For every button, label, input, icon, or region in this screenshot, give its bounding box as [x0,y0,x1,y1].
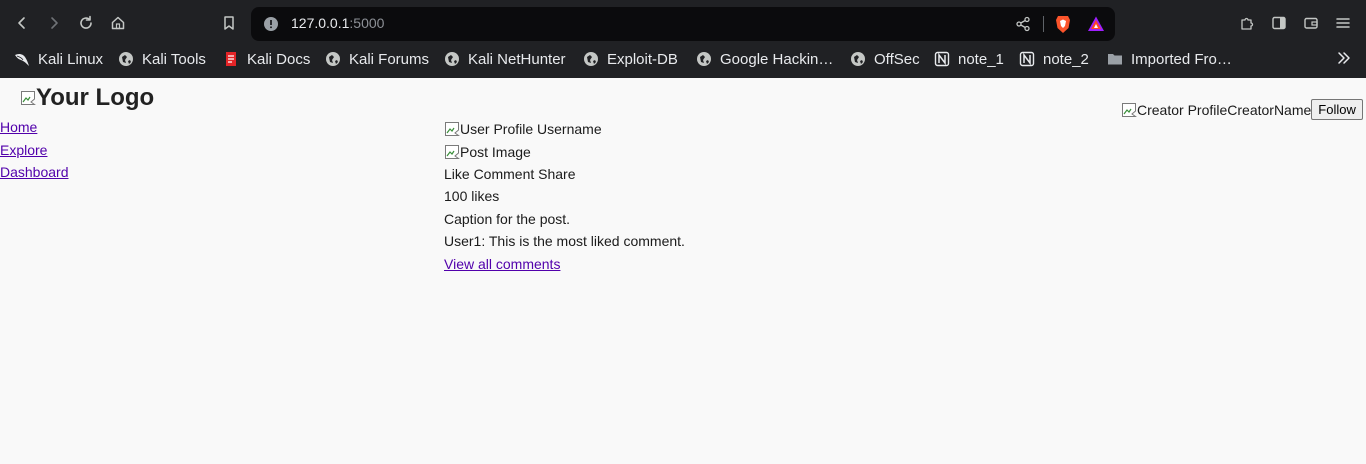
brave-rewards-icon[interactable] [1087,15,1105,33]
broken-image-icon [444,121,461,137]
globe-icon [850,51,866,67]
bookmark-imported-folder[interactable]: Imported Fro… [1107,49,1232,69]
bookmarks-bar: Kali Linux Kali Tools Kali Docs Kali For… [0,46,1366,72]
post-likes-count: 100 likes [444,188,500,205]
post-image: Post Image [444,140,685,162]
nav-explore-link[interactable]: Explore [0,141,69,164]
post-top-comment: User1: This is the most liked comment. [444,233,685,250]
kali-docs-icon [223,51,239,67]
post-header: User Profile Username [444,118,685,140]
bookmark-google-hacking[interactable]: Google Hackin… [696,49,833,69]
folder-icon [1107,51,1123,67]
bookmark-page-button[interactable] [219,13,239,33]
bookmark-label: Imported Fro… [1131,50,1232,68]
bookmark-note-1[interactable]: note_1 [934,49,1004,69]
broken-image-icon [1121,102,1138,118]
bookmark-label: Kali Linux [38,50,104,68]
bookmark-label: note_1 [958,50,1004,68]
reload-button[interactable] [76,13,96,33]
view-all-comments-link[interactable]: View all comments [444,253,560,275]
notion-icon [934,51,950,67]
post-card: User Profile Username Post Image Like Co… [444,118,685,275]
bookmark-label: Kali Forums [349,50,430,68]
wallet-icon[interactable] [1303,15,1319,31]
bookmark-kali-forums[interactable]: Kali Forums [325,49,429,69]
bookmark-kali-linux[interactable]: Kali Linux [14,49,103,69]
web-page: Your Logo Home Explore Dashboard User Pr… [0,78,1366,464]
side-navigation: Home Explore Dashboard [0,118,69,186]
address-bar-divider [1043,16,1044,32]
broken-image-icon [444,144,461,160]
nav-home-link[interactable]: Home [0,118,69,141]
bookmark-label: Google Hackin… [720,50,834,68]
back-button[interactable] [12,13,32,33]
bookmark-label: Kali Tools [142,50,206,68]
url-host: 127.0.0.1 [291,15,350,31]
creator-name[interactable]: CreatorName [1227,102,1311,118]
reload-icon [80,15,92,29]
url-port: :5000 [349,15,385,31]
sidebar-toggle-icon[interactable] [1271,15,1287,31]
notion-icon [1019,51,1035,67]
url-text[interactable]: 127.0.0.1:5000 [291,15,384,31]
site-info-icon[interactable] [263,16,279,32]
bookmark-kali-nethunter[interactable]: Kali NetHunter [444,49,566,69]
bookmark-label: Kali NetHunter [468,50,566,68]
bookmark-kali-docs[interactable]: Kali Docs [223,49,310,69]
broken-image-icon [20,90,37,106]
back-arrow-icon [18,17,25,29]
globe-icon [325,51,341,67]
browser-chrome: 127.0.0.1:5000 Kali Linux Kali Tools Kal… [0,0,1366,78]
forward-arrow-icon [51,17,58,29]
bookmark-note-2[interactable]: note_2 [1019,49,1089,69]
bookmark-kali-tools[interactable]: Kali Tools [118,49,206,69]
creator-suggestion: Creator Profile CreatorName Follow [1121,99,1363,120]
browser-toolbar: 127.0.0.1:5000 [0,0,1366,46]
kali-dragon-icon [14,51,30,67]
creator-profile-alt: Creator Profile [1137,101,1228,118]
logo-alt-text: Your Logo [36,84,155,111]
post-image-alt: Post Image [460,143,531,160]
brave-shields-icon[interactable] [1055,14,1071,34]
profile-image-alt: User Profile [460,121,534,138]
post-caption: Caption for the post. [444,210,571,227]
bookmark-label: note_2 [1043,50,1089,68]
more-bookmarks-chevron-icon[interactable] [1336,49,1352,67]
post-username[interactable]: Username [533,118,602,140]
site-logo[interactable]: Your Logo [20,83,154,113]
post-actions[interactable]: Like Comment Share [444,163,685,185]
home-icon [111,16,125,30]
bookmark-offsec[interactable]: OffSec [850,49,920,69]
forward-button[interactable] [44,13,64,33]
bookmark-label: Kali Docs [247,50,311,68]
extensions-puzzle-icon[interactable] [1239,15,1255,31]
address-bar[interactable]: 127.0.0.1:5000 [251,7,1115,41]
bookmark-label: OffSec [874,50,920,68]
globe-icon [696,51,712,67]
nav-dashboard-link[interactable]: Dashboard [0,163,69,186]
home-button[interactable] [108,13,128,33]
follow-button[interactable]: Follow [1311,99,1363,120]
bookmark-exploit-db[interactable]: Exploit-DB [583,49,678,69]
main-menu-icon[interactable] [1335,15,1351,31]
globe-icon [583,51,599,67]
globe-icon [444,51,460,67]
share-icon[interactable] [1015,16,1031,32]
bookmark-icon [224,16,234,30]
bookmark-label: Exploit-DB [607,50,678,68]
globe-icon [118,51,134,67]
